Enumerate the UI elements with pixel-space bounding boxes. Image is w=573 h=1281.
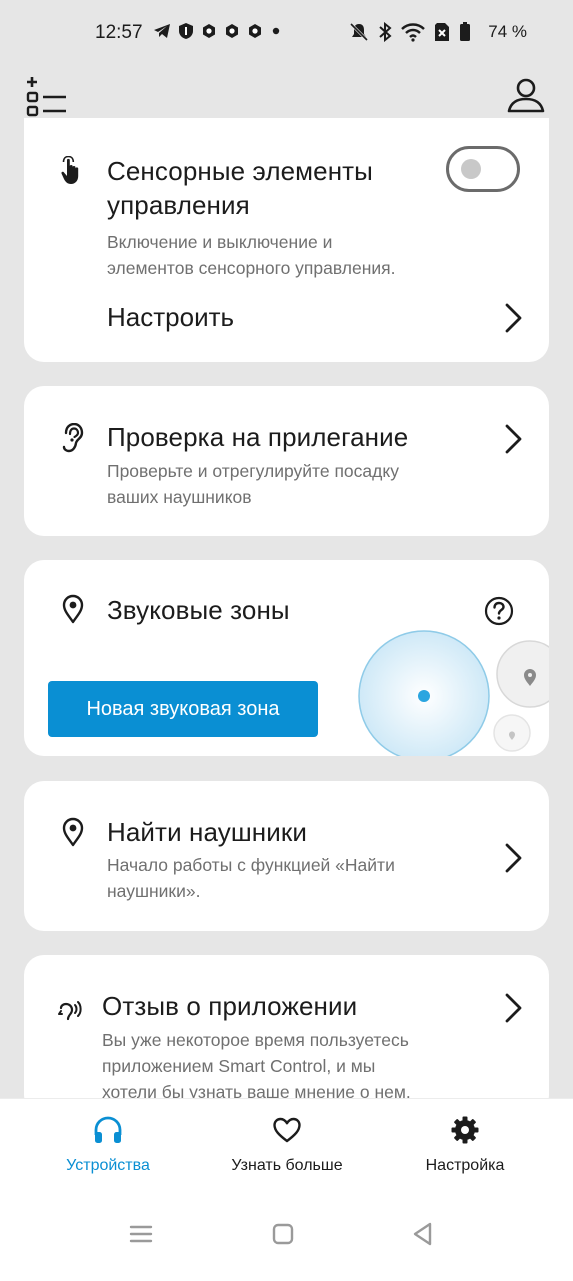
- touch-controls-title-line1: Сенсорные элементы: [107, 156, 373, 186]
- sound-zones-illustration: [358, 630, 549, 756]
- chevron-right-icon: [505, 843, 522, 873]
- location-pin-icon: [62, 594, 84, 624]
- toggle-knob: [461, 159, 481, 179]
- find-headphones-title: Найти наушники: [107, 817, 307, 847]
- app-feedback-desc-line2: приложением Smart Control, и мы: [102, 1056, 376, 1076]
- system-icons: [349, 22, 471, 42]
- touch-controls-card: Сенсорные элементы управления Включение …: [24, 118, 549, 362]
- fit-test-description: Проверьте и отрегулируйте посадку ваших …: [107, 458, 399, 510]
- chevron-right-icon: [505, 993, 522, 1023]
- headphones-icon: [94, 1116, 122, 1143]
- battery-icon: [460, 22, 470, 41]
- nav-settings-label: Настройка: [425, 1157, 505, 1174]
- touch-controls-desc-line1: Включение и выключение и: [107, 232, 333, 252]
- nav-learn-more-label: Узнать больше: [231, 1157, 343, 1174]
- chevron-right-icon: [505, 303, 522, 333]
- shield-icon: [179, 23, 193, 39]
- app-icon: [226, 24, 238, 38]
- notification-icons: [153, 22, 282, 40]
- ear-icon: [62, 423, 84, 453]
- telegram-icon: [154, 24, 170, 38]
- feedback-voice-icon: [58, 1001, 82, 1021]
- profile-icon[interactable]: [506, 76, 546, 116]
- nav-learn-more[interactable]: Узнать больше: [197, 1113, 377, 1183]
- app-icon: [249, 24, 261, 38]
- new-sound-zone-button[interactable]: Новая звуковая зона: [48, 681, 318, 737]
- back-icon[interactable]: [408, 1219, 438, 1249]
- fit-test-card[interactable]: Проверка на прилегание Проверьте и отрег…: [24, 386, 549, 536]
- find-headphones-desc-line2: наушники».: [107, 881, 201, 901]
- status-time: 12:57: [95, 22, 143, 43]
- nav-settings[interactable]: Настройка: [375, 1113, 555, 1183]
- touch-hand-icon: [61, 156, 79, 184]
- bottom-navigation: Устройства Узнать больше Настройка: [0, 1098, 573, 1281]
- find-headphones-description: Начало работы с функцией «Найти наушники…: [107, 852, 395, 904]
- recent-apps-icon[interactable]: [126, 1219, 156, 1249]
- app-icon: [203, 24, 215, 38]
- setup-row[interactable]: Настроить: [24, 290, 549, 346]
- wifi-icon: [401, 23, 425, 42]
- top-app-bar: [0, 64, 573, 126]
- bluetooth-icon: [379, 22, 392, 42]
- nav-devices-label: Устройства: [66, 1157, 150, 1174]
- touch-controls-desc-line2: элементов сенсорного управления.: [107, 258, 396, 278]
- setup-label: Настроить: [107, 302, 235, 332]
- dot-icon: [272, 27, 280, 35]
- touch-controls-toggle[interactable]: [446, 146, 520, 192]
- status-bar: 12:57 74 %: [0, 0, 573, 64]
- fit-test-title: Проверка на прилегание: [107, 422, 409, 452]
- battery-percent: 74 %: [488, 22, 527, 41]
- touch-controls-title-line2: управления: [107, 190, 250, 220]
- fit-test-desc-line2: ваших наушников: [107, 487, 252, 507]
- app-feedback-desc-line1: Вы уже некоторое время пользуетесь: [102, 1030, 409, 1050]
- app-feedback-title: Отзыв о приложении: [102, 991, 358, 1021]
- add-list-icon[interactable]: [26, 74, 70, 118]
- touch-controls-description: Включение и выключение и элементов сенсо…: [107, 229, 396, 281]
- heart-icon: [273, 1117, 301, 1143]
- mute-icon: [349, 22, 369, 42]
- find-headphones-desc-line1: Начало работы с функцией «Найти: [107, 855, 395, 875]
- location-pin-icon: [62, 817, 84, 847]
- app-feedback-card[interactable]: Отзыв о приложении Вы уже некоторое врем…: [24, 955, 549, 1115]
- fit-test-desc-line1: Проверьте и отрегулируйте посадку: [107, 461, 399, 481]
- gear-icon: [451, 1116, 479, 1144]
- find-headphones-card[interactable]: Найти наушники Начало работы с функцией …: [24, 781, 549, 931]
- sim-off-icon: [435, 23, 449, 41]
- app-feedback-description: Вы уже некоторое время пользуетесь прило…: [102, 1027, 411, 1105]
- nav-devices[interactable]: Устройства: [18, 1113, 198, 1183]
- home-icon[interactable]: [268, 1219, 298, 1249]
- chevron-right-icon: [505, 424, 522, 454]
- sound-zones-title: Звуковые зоны: [107, 595, 290, 625]
- sound-zones-card: Звуковые зоны Новая звуковая зона: [24, 560, 549, 756]
- touch-controls-title: Сенсорные элементы управления: [107, 154, 373, 222]
